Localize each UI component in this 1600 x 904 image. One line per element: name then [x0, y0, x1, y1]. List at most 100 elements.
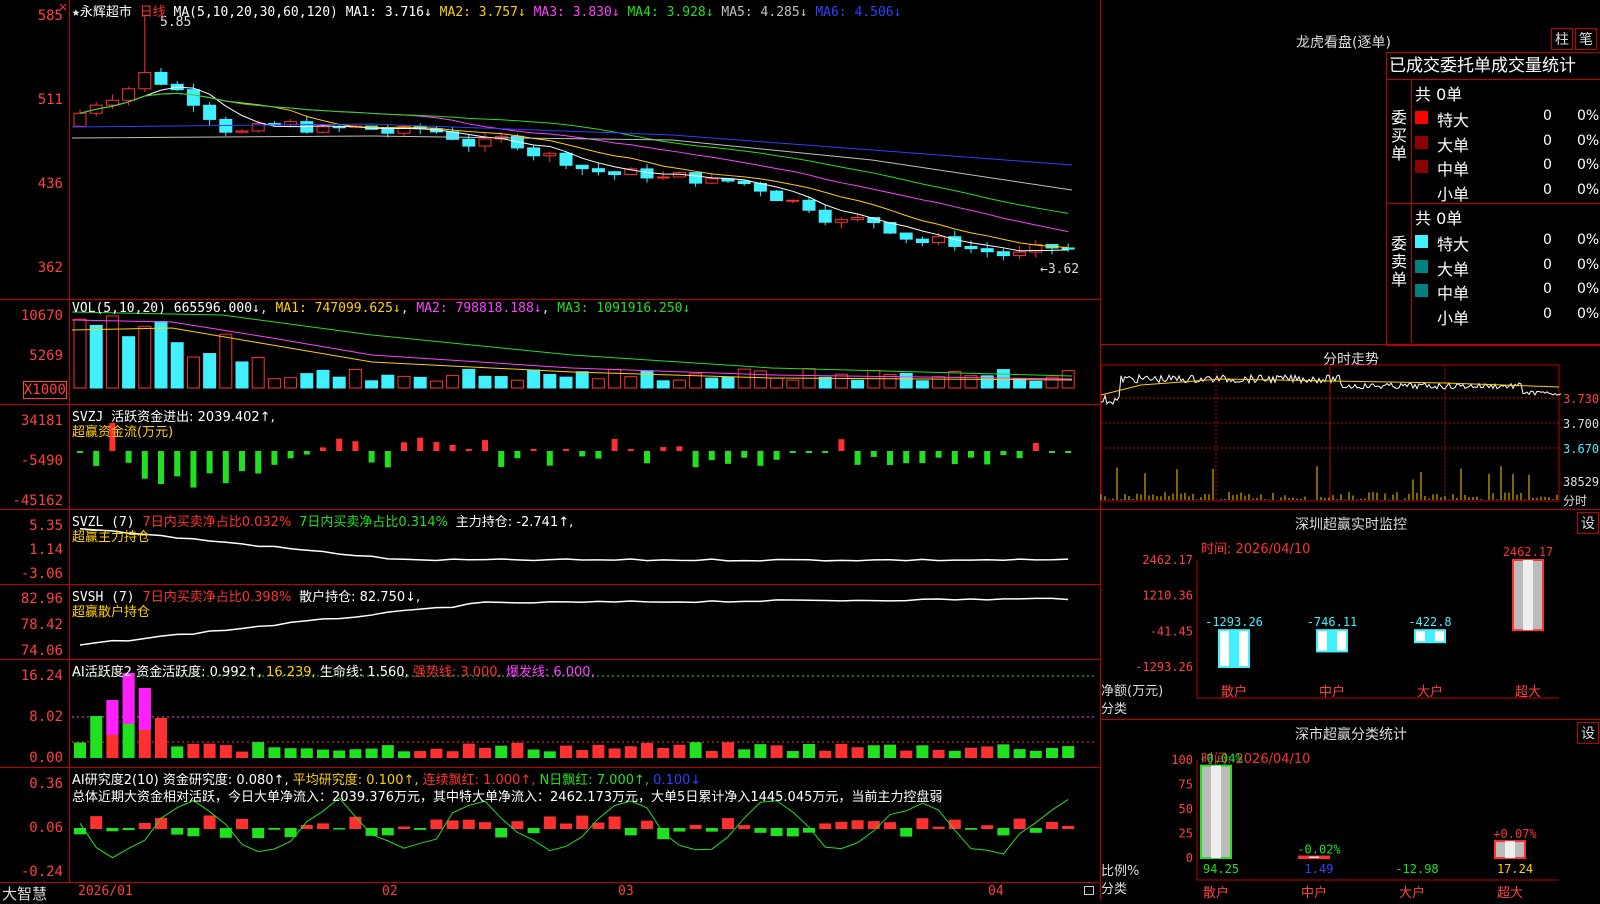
- activity-bar: [203, 743, 216, 758]
- svzl-axis: 5.35 1.14 -3.06: [0, 510, 70, 584]
- activity-bar: [187, 743, 200, 758]
- ma3-value: MA3: 3.830↓: [533, 5, 620, 20]
- close-icon[interactable]: ×: [58, 0, 68, 14]
- candle-body: [705, 178, 719, 184]
- ma-label: MA(5,10,20,30,60,120): [173, 5, 338, 20]
- research-bar: [673, 828, 686, 832]
- activity-bar: [997, 744, 1010, 758]
- buy-total: 共 0单: [1415, 85, 1463, 104]
- lock-icon[interactable]: [1084, 886, 1094, 895]
- candlestick-chart[interactable]: [71, 0, 1097, 300]
- ai-activity-pane[interactable]: 16.24 8.02 0.00 AI活跃度2 资金活跃度: 0.992↑, 16…: [0, 660, 1100, 768]
- flow-bar: [384, 451, 391, 468]
- axis-tick-label: 2462.17: [1142, 553, 1193, 567]
- axis-tick-label: 50: [1179, 802, 1193, 816]
- flow-bar: [368, 451, 375, 463]
- activity-bar: [948, 750, 961, 758]
- bar-top-label: +0.07%: [1493, 827, 1537, 841]
- axis-label: 74.06: [20, 643, 63, 659]
- classify-bar-inner: [1211, 765, 1221, 858]
- volume-bar: [462, 368, 476, 389]
- research-bar: [511, 821, 524, 829]
- volume-pane[interactable]: 10670 5269 X1000 VOL(5,10,20) 665596.000…: [0, 300, 1100, 405]
- candle-body: [899, 232, 913, 240]
- research-bar: [122, 828, 135, 831]
- activity-bar: [90, 716, 103, 758]
- flow-bar: [611, 439, 618, 451]
- flow-bar: [919, 451, 926, 464]
- activity-bar: [462, 743, 475, 758]
- price-axis: 585 511 436 362: [0, 0, 70, 299]
- unit-label: X1000: [22, 381, 67, 399]
- research-bar: [495, 828, 508, 838]
- kline-pane[interactable]: 585 511 436 362 × ★永辉超市 日线 MA(5,10,20,30…: [0, 0, 1100, 300]
- sell-block: 委卖单 共 0单 特大 0 0% 大单 0 0% 中单 0 0% 小单 0 0%: [1387, 203, 1600, 343]
- activity-bar: [527, 749, 540, 758]
- price-label: 3.670: [1563, 442, 1600, 456]
- volume-bar: [818, 376, 832, 389]
- research-bar: [932, 826, 945, 829]
- activity-bar: [430, 748, 443, 758]
- research-bar: [981, 825, 994, 829]
- tick-mode-button[interactable]: 笔: [1575, 28, 1597, 50]
- monitor-panel[interactable]: 深圳超赢实时监控 设 时间: 2026/04/10 净额(万元) 分类 2462…: [1100, 510, 1600, 720]
- research-bar: [1046, 821, 1058, 829]
- research-bar: [819, 823, 832, 829]
- flow-bar: [546, 451, 553, 466]
- kline-header: ★永辉超市 日线 MA(5,10,20,30,60,120) MA1: 3.71…: [72, 1, 901, 20]
- period-label[interactable]: 日线: [140, 5, 166, 20]
- volume-bar: [753, 370, 767, 389]
- volume-bar: [446, 375, 460, 389]
- activity-bar: [981, 746, 994, 758]
- activity-bar: [835, 743, 848, 758]
- axis-label: 362: [37, 260, 63, 276]
- svzl-p1: 7日内买卖净占比0.032%: [142, 515, 292, 530]
- ai-activity-header: AI活跃度2 资金活跃度: 0.992↑, 16.239, 生命线: 1.560…: [72, 661, 595, 680]
- research-bar: [398, 826, 410, 829]
- favorite-icon[interactable]: ★: [72, 5, 80, 20]
- order-type: 特大: [1437, 235, 1470, 254]
- price-label: 3.700: [1563, 417, 1600, 431]
- classify-panel[interactable]: 深市超赢分类统计 设 时间: 2026/04/10 比例% 分类 100 75 50…: [1100, 720, 1600, 901]
- flow-bar: [255, 451, 262, 474]
- time-label: 04: [988, 884, 1004, 899]
- axis-label: 436: [37, 176, 63, 192]
- activity-bar: [511, 742, 524, 758]
- activity-bar: [916, 745, 929, 758]
- ai-research-pane[interactable]: 0.36 0.06 -0.24 AI研究度2(10) 资金研究度: 0.080↑…: [0, 768, 1100, 882]
- intraday-unit: 分时: [1563, 494, 1588, 508]
- svsh-p1: 7日内买卖净占比0.398%: [142, 590, 292, 605]
- flow-bar: [789, 451, 796, 453]
- activity-bar: [1062, 746, 1075, 758]
- flow-bar: [206, 451, 213, 474]
- svzl-pane[interactable]: 5.35 1.14 -3.06 SVZL (7) 7日内买卖净占比0.032% …: [0, 510, 1100, 585]
- research-bar: [997, 828, 1010, 836]
- vol-value: 665596.000↓: [173, 301, 260, 316]
- svsh-pane[interactable]: 82.96 78.42 74.06 SVSH (7) 7日内买卖净占比0.398…: [0, 585, 1100, 660]
- order-row: 小单 0 0%: [1415, 303, 1600, 328]
- vol-label: VOL(5,10,20): [72, 301, 166, 316]
- order-type: 中单: [1437, 284, 1470, 303]
- category-label: 散户: [1203, 885, 1229, 901]
- research-bar: [657, 828, 670, 840]
- research-bar: [560, 823, 572, 829]
- axis-label: -0.24: [20, 864, 63, 880]
- activity-bar: [657, 748, 670, 758]
- svzj-pane[interactable]: 34181 -5490 -45162 SVZJ 活跃资金进出: 2039.402…: [0, 405, 1100, 510]
- research-bar: [1029, 828, 1042, 833]
- volume-bar: [543, 373, 557, 389]
- holding-line: [79, 597, 1069, 646]
- intraday-panel[interactable]: 分时走势 3.730 3.700 3.670 38529 分时: [1100, 345, 1600, 510]
- ai1-p4: 强势线: 3.000,: [412, 665, 502, 680]
- flow-bar: [984, 451, 991, 465]
- flow-bar: [968, 451, 974, 458]
- research-bar: [414, 828, 427, 830]
- volume-bar: [899, 372, 913, 389]
- axis-label: 0.00: [29, 750, 63, 766]
- intraday-chart: [1100, 364, 1562, 502]
- activity-bar-peak: [138, 688, 151, 730]
- order-percent: 0%: [1577, 157, 1600, 173]
- stock-name[interactable]: 永辉超市: [80, 5, 132, 20]
- bar-mode-button[interactable]: 柱: [1551, 28, 1573, 50]
- activity-bar: [414, 751, 427, 758]
